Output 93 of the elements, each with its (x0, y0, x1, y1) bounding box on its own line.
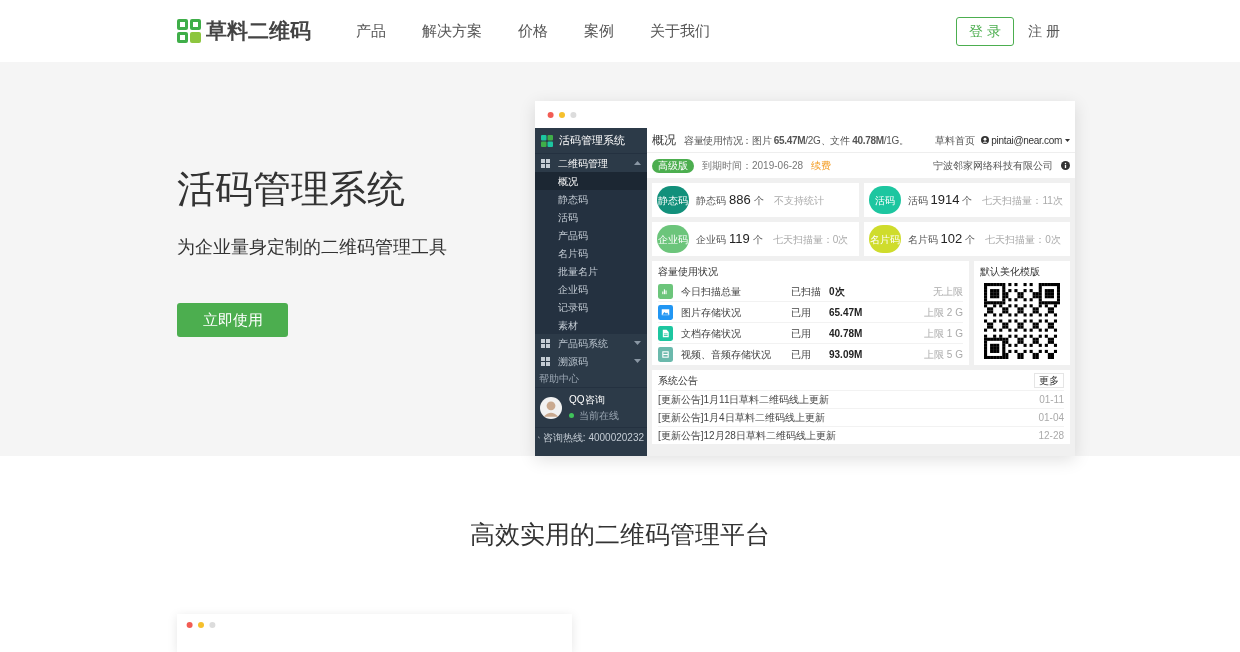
capacity-label: 图片存储状况 (681, 305, 742, 320)
capacity-limit: 上限 1 G (924, 326, 963, 341)
contact-name: QQ咨询 (569, 393, 606, 407)
nav-link[interactable]: 产品 (356, 19, 386, 43)
window-controls-icon (547, 111, 577, 118)
sidebar-item[interactable]: 产品码 (535, 226, 647, 244)
avatar (540, 396, 562, 419)
capacity-value: 93.09M (829, 348, 864, 362)
capacity-limit: 无上限 (933, 284, 963, 299)
stat-note: 七天扫描量：11次 (982, 193, 1063, 208)
sidebar-group[interactable]: 溯源码 (535, 352, 647, 370)
sidebar-group[interactable]: 产品码系统 (535, 334, 647, 352)
register-link[interactable]: 注 册 (1028, 20, 1060, 42)
contact-status: 当前在线 (579, 409, 619, 423)
window-controls-icon (186, 621, 216, 628)
more-button[interactable]: 更多 (1034, 372, 1064, 388)
caret-icon (634, 161, 641, 165)
stat-note: 七天扫描量：0次 (772, 232, 849, 247)
sidebar-item[interactable]: 静态码 (535, 190, 647, 208)
section-title: 高效实用的二维码管理平台 (469, 519, 771, 550)
grid-icon (541, 158, 550, 168)
card-title: 容量使用状况 (658, 264, 719, 279)
capacity-used: 已用 (791, 305, 812, 320)
capacity-value: 65.47M (829, 305, 864, 320)
user-menu[interactable]: pintai@near.com (991, 132, 1062, 148)
stat-note: 七天扫描量：0次 (985, 232, 1061, 247)
stat-label: 活码 (907, 194, 928, 209)
nav-link[interactable]: 案例 (584, 19, 614, 43)
notice-link[interactable]: [更新公告]12月28日草料二维码线上更新 (658, 428, 836, 443)
notice-link[interactable]: [更新公告]1月4日草料二维码线上更新 (658, 410, 825, 425)
nav-link[interactable]: 解决方案 (422, 19, 482, 43)
nav-link[interactable]: 价格 (518, 19, 548, 43)
card-title: 默认美化模版 (980, 264, 1041, 279)
user-icon (981, 136, 990, 144)
info-icon (1061, 161, 1070, 170)
hero-title: 活码管理系统 (177, 170, 406, 208)
notice-date: 12-28 (1038, 429, 1064, 443)
capacity-used: 已用 (791, 348, 812, 362)
grid-icon (541, 338, 550, 348)
stat-unit: 个 (753, 194, 764, 209)
sidebar-item[interactable]: 批量名片 (535, 262, 647, 280)
capacity-used: 已用 (791, 326, 812, 341)
logo-text: 草料二维码 (206, 18, 311, 45)
notice-date: 01-04 (1038, 411, 1064, 425)
nav-link[interactable]: 关于我们 (650, 19, 710, 43)
plan-badge: 高级版 (652, 158, 694, 173)
stat-count: 1914 (930, 191, 960, 210)
stat-label: 企业码 (696, 233, 726, 248)
stat-note: 不支持统计 (773, 193, 824, 208)
stat-badge: 静态码 (657, 186, 689, 214)
caret-icon (1065, 138, 1070, 142)
logo-icon (177, 19, 201, 43)
stat-count: 102 (940, 230, 963, 249)
sidebar-item[interactable]: 活码 (535, 208, 647, 226)
capacity-label: 文档存储状况 (681, 326, 742, 341)
hotline-text: 咨询热线: 4000020232 (542, 430, 644, 445)
stat-unit: 个 (965, 233, 976, 248)
capacity-label: 今日扫描总量 (681, 284, 742, 299)
capacity-value: 40.78M (829, 326, 864, 341)
sidebar-item[interactable]: 企业码 (535, 280, 647, 298)
expiry-date: 到期时间：2019-06-28 (702, 159, 804, 173)
stat-badge: 活码 (868, 186, 901, 214)
grid-icon (541, 356, 550, 366)
home-link[interactable]: 草料首页 (935, 132, 976, 148)
caret-icon (634, 341, 641, 345)
capacity-limit: 上限 5 G (924, 348, 963, 362)
capacity-label: 视频、音频存储状况 (681, 348, 772, 362)
notice-date: 01-11 (1039, 393, 1064, 407)
stat-badge: 名片码 (868, 225, 901, 253)
capacity-used: 已扫描 (791, 284, 822, 299)
capacity-limit: 上限 2 G (924, 305, 963, 320)
sidebar-title: 活码管理系统 (559, 133, 625, 149)
stat-label: 静态码 (696, 194, 726, 209)
card-title: 系统公告 (658, 373, 698, 388)
stat-unit: 个 (962, 194, 973, 209)
stat-badge: 企业码 (657, 225, 689, 253)
page-title: 概况 (652, 132, 677, 149)
sidebar-item[interactable]: 概况 (535, 172, 647, 190)
stat-label: 名片码 (907, 233, 938, 248)
sidebar-item[interactable]: 记录码 (535, 298, 647, 316)
hero-subtitle: 为企业量身定制的二维码管理工具 (177, 236, 448, 259)
notice-link[interactable]: [更新公告]1月11日草料二维码线上更新 (658, 392, 830, 407)
caret-icon (634, 359, 641, 363)
logo-icon (541, 134, 553, 147)
stat-count: 119 (729, 230, 750, 249)
capacity-value: 0次 (829, 284, 846, 299)
company-name: 宁波邻家网络科技有限公司 (933, 159, 1053, 173)
usage-text: 容量使用情况：图片 65.47M/2G、文件 40.78M/1G。 (684, 133, 910, 148)
sidebar-item[interactable]: 素材 (535, 316, 647, 334)
stat-unit: 个 (752, 233, 763, 248)
stat-count: 886 (729, 191, 751, 210)
sidebar-item[interactable]: 名片码 (535, 244, 647, 262)
sidebar-group[interactable]: 二维码管理 (535, 154, 647, 172)
